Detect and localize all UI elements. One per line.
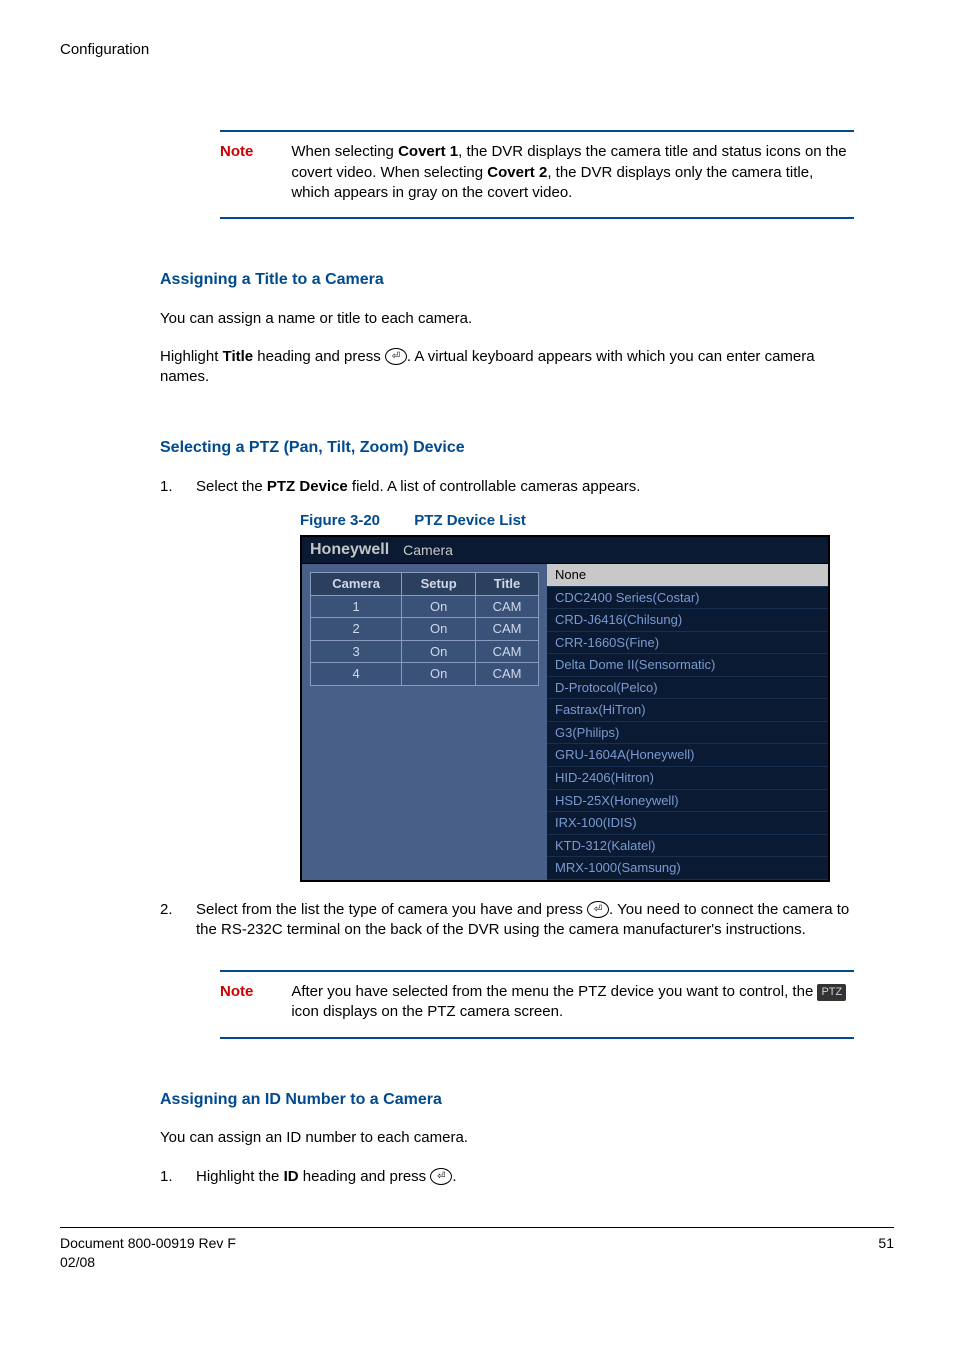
t: Title [223, 348, 254, 365]
cell: 1 [311, 595, 402, 618]
list-item[interactable]: D-Protocol(Pelco) [547, 677, 828, 700]
list-item[interactable]: Delta Dome II(Sensormatic) [547, 654, 828, 677]
table-row[interactable]: 3 On CAM [311, 640, 539, 663]
txt: Highlight the ID heading and press ⏎. [196, 1167, 854, 1187]
table-row[interactable]: 2 On CAM [311, 618, 539, 641]
list-item[interactable]: Fastrax(HiTron) [547, 699, 828, 722]
page-number: 51 [878, 1234, 894, 1272]
cell: On [402, 595, 476, 618]
figure-ptz-list: Honeywell Camera Camera Setup Title 1 On… [300, 535, 830, 881]
cell: On [402, 640, 476, 663]
note-text: When selecting Covert 1, the DVR display… [291, 142, 854, 203]
table-row[interactable]: 1 On CAM [311, 595, 539, 618]
list-item[interactable]: CRD-J6416(Chilsung) [547, 609, 828, 632]
ptz-option-list[interactable]: None CDC2400 Series(Costar) CRD-J6416(Ch… [547, 564, 828, 880]
para: Highlight Title heading and press ⏎. A v… [160, 347, 854, 388]
enter-icon: ⏎ [385, 348, 407, 365]
t: Highlight [160, 348, 223, 365]
note-covert: Note When selecting Covert 1, the DVR di… [220, 130, 854, 219]
th-camera: Camera [311, 573, 402, 596]
table-row[interactable]: 4 On CAM [311, 663, 539, 686]
doc-date: 02/08 [60, 1254, 95, 1270]
cell: CAM [476, 595, 539, 618]
t: Select from the list the type of camera … [196, 901, 587, 918]
list-item[interactable]: GRU-1604A(Honeywell) [547, 744, 828, 767]
figure-titlebar: Honeywell Camera [302, 537, 828, 564]
heading-assign-title: Assigning a Title to a Camera [160, 269, 894, 291]
note-label: Note [220, 142, 253, 203]
list-item[interactable]: CRR-1660S(Fine) [547, 632, 828, 655]
note-ptz-icon: Note After you have selected from the me… [220, 970, 854, 1039]
list-item[interactable]: None [547, 564, 828, 587]
th-setup: Setup [402, 573, 476, 596]
t: When selecting [291, 143, 398, 160]
t: ID [284, 1168, 299, 1185]
txt: Select the PTZ Device field. A list of c… [196, 477, 854, 497]
t: Select the [196, 478, 267, 495]
list-item[interactable]: IRX-100(IDIS) [547, 812, 828, 835]
cell: CAM [476, 640, 539, 663]
cell: CAM [476, 618, 539, 641]
cell: 3 [311, 640, 402, 663]
page-header: Configuration [60, 40, 894, 60]
heading-assign-id: Assigning an ID Number to a Camera [160, 1089, 894, 1111]
note-text: After you have selected from the menu th… [291, 982, 854, 1023]
th-title: Title [476, 573, 539, 596]
fig-title: PTZ Device List [414, 512, 526, 529]
list-item[interactable]: HID-2406(Hitron) [547, 767, 828, 790]
step-1-id: 1. Highlight the ID heading and press ⏎. [160, 1167, 854, 1187]
enter-icon: ⏎ [430, 1168, 452, 1185]
para: You can assign a name or title to each c… [160, 309, 854, 329]
doc-id: Document 800-00919 Rev F [60, 1235, 236, 1251]
t: heading and press [253, 348, 385, 365]
enter-icon: ⏎ [587, 901, 609, 918]
num: 1. [160, 477, 178, 497]
page-footer: Document 800-00919 Rev F 02/08 51 [60, 1227, 894, 1272]
para: You can assign an ID number to each came… [160, 1128, 854, 1148]
txt: Select from the list the type of camera … [196, 900, 854, 941]
note-label: Note [220, 982, 253, 1023]
cell: CAM [476, 663, 539, 686]
cell: On [402, 618, 476, 641]
num: 2. [160, 900, 178, 941]
step-2: 2. Select from the list the type of came… [160, 900, 854, 941]
t: icon displays on the PTZ camera screen. [291, 1003, 563, 1020]
list-item[interactable]: HSD-25X(Honeywell) [547, 790, 828, 813]
heading-ptz: Selecting a PTZ (Pan, Tilt, Zoom) Device [160, 437, 894, 459]
brand: Honeywell [310, 539, 389, 561]
cell: On [402, 663, 476, 686]
num: 1. [160, 1167, 178, 1187]
t: After you have selected from the menu th… [291, 983, 817, 1000]
tab-camera[interactable]: Camera [403, 541, 453, 560]
camera-table: Camera Setup Title 1 On CAM 2 On CAM 3 O… [302, 564, 547, 880]
figure-caption: Figure 3-20 PTZ Device List [300, 511, 894, 531]
t: . [452, 1168, 456, 1185]
t: PTZ Device [267, 478, 348, 495]
t: Covert 1 [398, 143, 458, 160]
t: field. A list of controllable cameras ap… [348, 478, 641, 495]
list-item[interactable]: MRX-1000(Samsung) [547, 857, 828, 880]
list-item[interactable]: CDC2400 Series(Costar) [547, 587, 828, 610]
cell: 4 [311, 663, 402, 686]
footer-left: Document 800-00919 Rev F 02/08 [60, 1234, 236, 1272]
list-item[interactable]: KTD-312(Kalatel) [547, 835, 828, 858]
fig-num: Figure 3-20 [300, 512, 380, 529]
ptz-icon: PTZ [817, 984, 846, 1001]
t: heading and press [299, 1168, 431, 1185]
t: Covert 2 [487, 164, 547, 181]
step-1: 1. Select the PTZ Device field. A list o… [160, 477, 854, 497]
cell: 2 [311, 618, 402, 641]
t: Highlight the [196, 1168, 284, 1185]
list-item[interactable]: G3(Philips) [547, 722, 828, 745]
